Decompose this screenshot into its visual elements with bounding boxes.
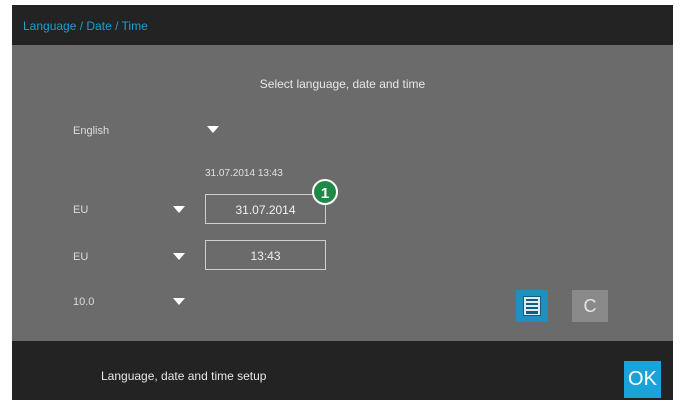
time-field[interactable]: 13:43 [205, 240, 326, 270]
current-datetime: 31.07.2014 13:43 [205, 168, 283, 179]
callout-badge: 1 [312, 179, 338, 205]
page-heading: Select language, date and time [259, 77, 426, 91]
number-format-dropdown-icon[interactable] [173, 298, 185, 305]
date-field[interactable]: 31.07.2014 [205, 194, 326, 224]
number-format-select[interactable]: 10.0 [73, 296, 94, 308]
footer-bar: Language, date and time setup OK [12, 341, 673, 400]
save-button[interactable] [516, 290, 548, 322]
title-bar: Language / Date / Time [12, 5, 673, 45]
cancel-button[interactable]: C [572, 290, 608, 322]
save-icon [523, 296, 541, 316]
time-format-dropdown-icon[interactable] [173, 253, 185, 260]
footer-text: Language, date and time setup [101, 369, 267, 383]
ok-button[interactable]: OK [624, 361, 661, 398]
time-format-select[interactable]: EU [73, 251, 88, 263]
date-format-select[interactable]: EU [73, 204, 88, 216]
language-dropdown-icon[interactable] [207, 126, 219, 133]
date-format-dropdown-icon[interactable] [173, 206, 185, 213]
window-title: Language / Date / Time [23, 19, 148, 33]
language-select[interactable]: English [73, 125, 109, 137]
language-date-time-window: Language / Date / Time Select language, … [12, 5, 673, 400]
